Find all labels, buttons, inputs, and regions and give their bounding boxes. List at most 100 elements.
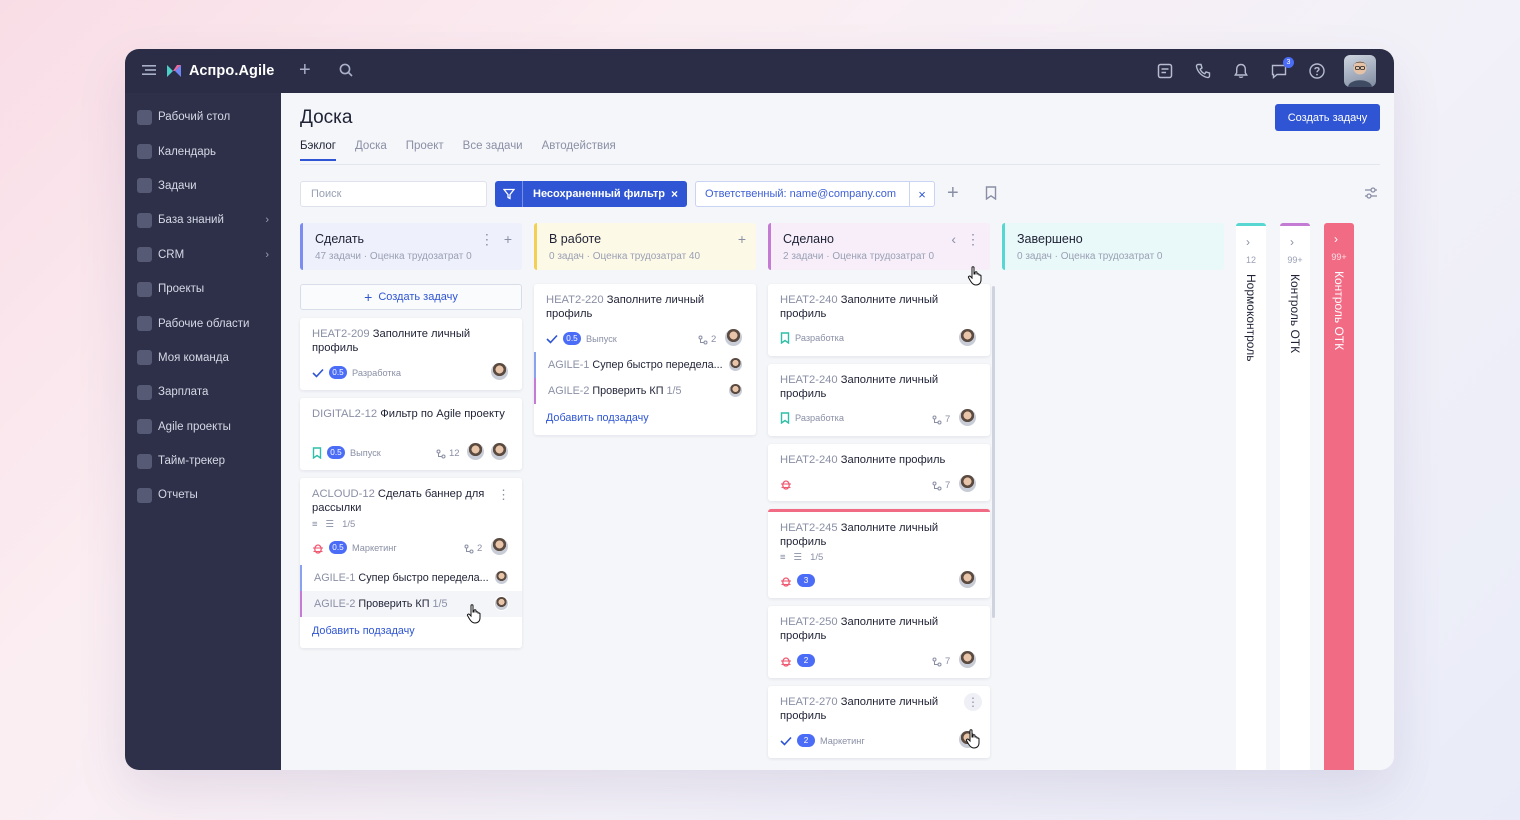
check-icon — [546, 334, 558, 344]
column-title: Завершено — [1017, 232, 1083, 246]
add-icon[interactable]: + — [738, 231, 746, 247]
tab-all-tasks[interactable]: Все задачи — [463, 140, 523, 161]
collapsed-column-normcontrol[interactable]: › 12 Нормоконтроль — [1236, 223, 1266, 770]
more-icon[interactable]: ⋮ — [480, 231, 494, 248]
user-avatar[interactable] — [1344, 55, 1376, 87]
more-icon[interactable]: ⋮ — [497, 487, 510, 503]
create-task-button[interactable]: Создать задачу — [1275, 104, 1380, 131]
column-title: Нормоконтроль — [1244, 274, 1258, 362]
avatar[interactable] — [958, 328, 977, 347]
avatar[interactable] — [490, 442, 509, 461]
menu-icon[interactable] — [142, 64, 156, 76]
subtask-row[interactable]: AGILE-1 Супер быстро передела... — [300, 565, 522, 591]
task-card[interactable]: HEAT2-250 Заполните личный профиль 2 7 — [768, 606, 990, 678]
sidebar-item-label: Проекты — [158, 283, 205, 296]
avatar[interactable] — [490, 537, 509, 556]
chat-icon[interactable]: 3 — [1268, 57, 1294, 82]
add-icon[interactable]: + — [504, 231, 512, 248]
task-meta: 2 Маркетинг — [780, 734, 865, 747]
avatar[interactable] — [466, 442, 485, 461]
tab-backlog[interactable]: Бэклог — [300, 140, 337, 161]
sidebar-item-reports[interactable]: Отчеты — [125, 478, 281, 512]
task-card[interactable]: ACLOUD-12 Сделать баннер для рассылки ⋮ … — [300, 478, 522, 648]
chip-label: Ответственный: name@company.com — [696, 182, 911, 206]
create-task-inline-button[interactable]: + Создать задачу — [300, 284, 522, 310]
avatar[interactable] — [494, 570, 509, 585]
more-icon[interactable]: ⋮ — [964, 693, 982, 711]
task-card[interactable]: HEAT2-209 Заполните личный профиль 0.5 Р… — [300, 318, 522, 390]
check-icon — [780, 736, 792, 746]
sidebar-item-workspaces[interactable]: Рабочие области — [125, 306, 281, 340]
help-icon[interactable] — [1306, 60, 1328, 82]
calendar-icon — [137, 144, 152, 160]
add-subtask-link[interactable]: Добавить подзадачу — [312, 625, 415, 637]
chevron-right-icon[interactable]: › — [1334, 232, 1338, 246]
task-card[interactable]: HEAT2-240 Заполните личный профиль Разра… — [768, 364, 990, 436]
subtask-count: 2 — [698, 334, 716, 345]
task-card[interactable]: DIGITAL2-12 Фильтр по Agile проекту 0.5 … — [300, 398, 522, 470]
add-filter-icon[interactable]: + — [947, 182, 959, 204]
close-icon[interactable]: × — [671, 187, 678, 201]
task-card[interactable]: HEAT2-270 Заполните личный профиль ⋮ 2 М… — [768, 686, 990, 758]
sidebar-item-tasks[interactable]: Задачи — [125, 169, 281, 203]
responsible-filter-chip[interactable]: Ответственный: name@company.com × — [695, 181, 935, 207]
sidebar-item-team[interactable]: Моя команда — [125, 341, 281, 375]
task-card[interactable]: HEAT2-220 Заполните личный профиль 0.5 В… — [534, 284, 756, 435]
avatar[interactable] — [724, 328, 743, 347]
sidebar-item-calendar[interactable]: Календарь — [125, 134, 281, 168]
task-title: HEAT2-209 Заполните личный профиль — [312, 327, 510, 355]
sidebar-item-knowledge-base[interactable]: База знаний › — [125, 203, 281, 237]
subtask-count: 7 — [932, 480, 950, 491]
avatar[interactable] — [728, 383, 743, 398]
settings-sliders-icon[interactable] — [1364, 186, 1378, 200]
chevron-left-icon[interactable]: ‹ — [951, 231, 956, 248]
chevron-right-icon[interactable]: › — [1246, 235, 1250, 249]
avatar[interactable] — [728, 357, 743, 372]
active-filter-button[interactable]: Несохраненный фильтр × — [495, 181, 687, 207]
sidebar-item-salary[interactable]: Зарплата — [125, 375, 281, 409]
subtask-row[interactable]: AGILE-2 Проверить КП 1/5 — [300, 591, 522, 617]
tab-board[interactable]: Доска — [355, 140, 387, 161]
add-icon[interactable]: + — [299, 60, 311, 80]
subtask-row[interactable]: AGILE-2 Проверить КП 1/5 — [534, 378, 756, 404]
agile-icon — [137, 419, 152, 435]
column-header-done: Сделано 2 задачи · Оценка трудозатрат 0 … — [768, 223, 990, 270]
collapsed-column-qc-2[interactable]: › 99+ Контроль ОТК — [1324, 223, 1354, 770]
avatar[interactable] — [490, 362, 509, 381]
avatar[interactable] — [958, 474, 977, 493]
avatar[interactable] — [958, 408, 977, 427]
column-scrollbar[interactable] — [992, 286, 995, 618]
bookmark-icon[interactable] — [985, 186, 997, 200]
sidebar-item-crm[interactable]: CRM › — [125, 238, 281, 272]
avatar[interactable] — [494, 596, 509, 611]
chevron-right-icon[interactable]: › — [1290, 235, 1294, 249]
add-subtask-link[interactable]: Добавить подзадачу — [546, 412, 649, 424]
tab-project[interactable]: Проект — [406, 140, 444, 161]
task-card[interactable]: HEAT2-240 Заполните профиль 7 — [768, 444, 990, 501]
app-logo[interactable]: Аспро.Agile — [165, 62, 274, 80]
avatar[interactable] — [958, 570, 977, 589]
task-tag: Маркетинг — [820, 735, 865, 746]
branch-icon — [932, 415, 942, 424]
bookmark-icon — [312, 446, 322, 459]
task-tag: Разработка — [795, 333, 844, 343]
bell-icon[interactable] — [1230, 60, 1252, 82]
team-icon — [137, 350, 152, 366]
collapsed-column-qc[interactable]: › 99+ Контроль ОТК — [1280, 223, 1310, 770]
sidebar-item-label: Зарплата — [158, 386, 209, 399]
search-icon[interactable] — [339, 63, 353, 77]
sidebar-item-agile[interactable]: Agile проекты — [125, 410, 281, 444]
tab-automations[interactable]: Автодействия — [542, 140, 616, 161]
phone-icon[interactable] — [1192, 60, 1214, 82]
task-card[interactable]: HEAT2-245 Заполните личный профиль ≡ ☰ 1/5… — [768, 509, 990, 598]
notes-icon[interactable] — [1154, 60, 1176, 82]
task-card[interactable]: HEAT2-240 Заполните личный профиль Разра… — [768, 284, 990, 356]
close-icon[interactable]: × — [910, 187, 934, 202]
sidebar-item-projects[interactable]: Проекты — [125, 272, 281, 306]
sidebar-item-time-tracker[interactable]: Тайм-трекер — [125, 444, 281, 478]
search-input[interactable]: Поиск — [300, 181, 487, 207]
more-icon[interactable]: ⋮ — [966, 231, 980, 248]
sidebar-item-desktop[interactable]: Рабочий стол — [125, 100, 281, 134]
avatar[interactable] — [958, 650, 977, 669]
subtask-row[interactable]: AGILE-1 Супер быстро передела... — [534, 352, 756, 378]
